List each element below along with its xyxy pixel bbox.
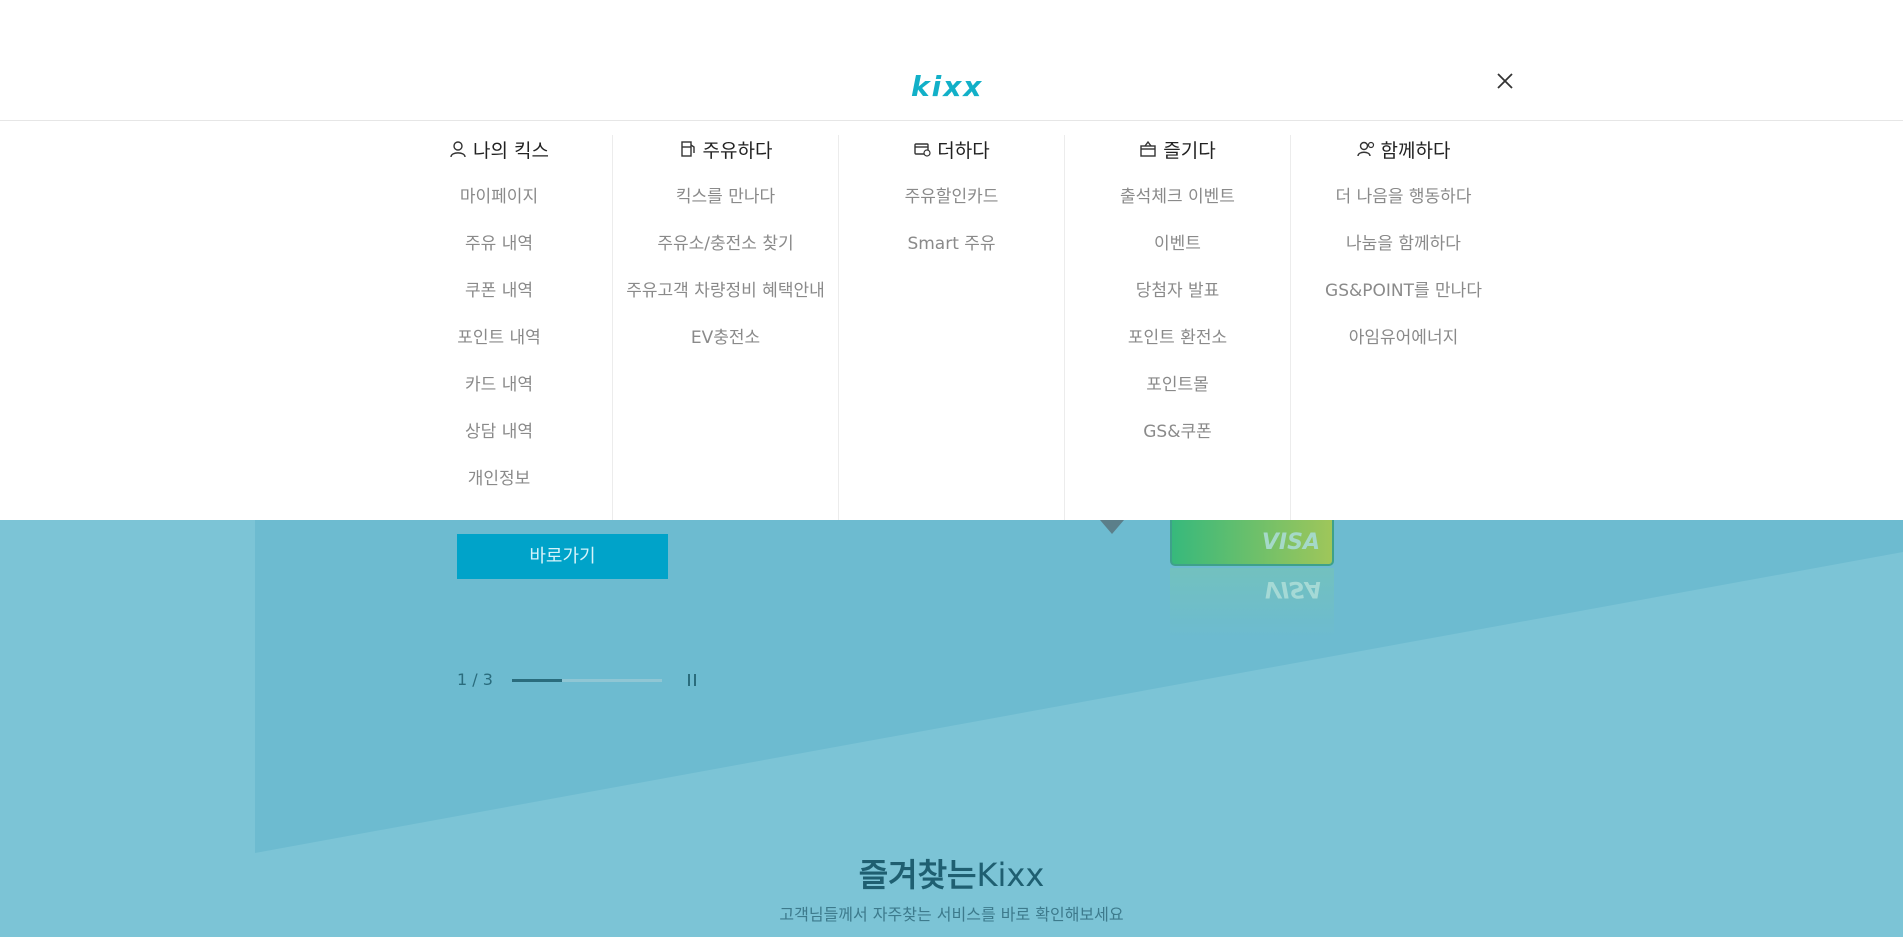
menu-item[interactable]: 쿠폰 내역 [386, 279, 612, 326]
menu-item[interactable]: 주유할인카드 [839, 185, 1064, 232]
payment-card-image: VISA [1170, 520, 1334, 566]
menu-item[interactable]: EV충전소 [613, 326, 838, 373]
hero-section: VISA VISA 바로가기 1 / 3 즐겨찾는Kixx 고객님들께서 자주찾… [0, 520, 1903, 937]
menu-item[interactable]: 포인트 내역 [386, 326, 612, 373]
favorites-title: 즐겨찾는Kixx [0, 850, 1903, 896]
kixx-logo[interactable]: kixx [911, 70, 983, 103]
menu-item[interactable]: 카드 내역 [386, 373, 612, 420]
menu-item[interactable]: 이벤트 [1065, 232, 1290, 279]
gift-box-icon [1140, 140, 1156, 157]
wallet-plus-icon [914, 143, 931, 157]
menu-column-add: 더하다 주유할인카드 Smart 주유 [838, 135, 1064, 520]
menu-column-refuel: 주유하다 킥스를 만나다 주유소/충전소 찾기 주유고객 차량정비 혜택안내 E… [612, 135, 838, 520]
site-header: kixx [0, 0, 1903, 121]
slide-progress-fill [512, 679, 562, 682]
menu-list-add: 주유할인카드 Smart 주유 [839, 185, 1064, 279]
slide-progress-bar [512, 679, 662, 682]
menu-title-add[interactable]: 더하다 [839, 135, 1064, 163]
menu-list-enjoy: 출석체크 이벤트 이벤트 당첨자 발표 포인트 환전소 포인트몰 GS&쿠폰 [1065, 185, 1290, 467]
menu-title-label: 즐기다 [1163, 139, 1216, 162]
menu-item[interactable]: 아임유어에너지 [1291, 326, 1516, 373]
map-pin-icon [1100, 520, 1124, 534]
menu-column-enjoy: 즐기다 출석체크 이벤트 이벤트 당첨자 발표 포인트 환전소 포인트몰 GS&… [1064, 135, 1290, 520]
menu-item[interactable]: 마이페이지 [386, 185, 612, 232]
gnb-menu-panel: 나의 킥스 마이페이지 주유 내역 쿠폰 내역 포인트 내역 카드 내역 상담 … [0, 121, 1903, 520]
menu-item[interactable]: Smart 주유 [839, 232, 1064, 279]
pause-icon[interactable] [686, 673, 698, 687]
menu-list-refuel: 킥스를 만나다 주유소/충전소 찾기 주유고객 차량정비 혜택안내 EV충전소 [613, 185, 838, 373]
menu-item[interactable]: 당첨자 발표 [1065, 279, 1290, 326]
favorites-title-bold: 즐겨찾는 [858, 856, 977, 894]
menu-title-refuel[interactable]: 주유하다 [613, 135, 838, 163]
fuel-pump-icon [680, 141, 695, 157]
menu-item[interactable]: 나눔을 함께하다 [1291, 232, 1516, 279]
menu-list-my-kixx: 마이페이지 주유 내역 쿠폰 내역 포인트 내역 카드 내역 상담 내역 개인정… [386, 185, 612, 514]
menu-item[interactable]: 상담 내역 [386, 420, 612, 467]
menu-list-together: 더 나음을 행동하다 나눔을 함께하다 GS&POINT를 만나다 아임유어에너… [1291, 185, 1516, 373]
menu-title-label: 주유하다 [702, 139, 773, 162]
menu-item[interactable]: 주유고객 차량정비 혜택안내 [613, 279, 838, 326]
slide-pager: 1 / 3 [457, 670, 493, 689]
menu-item[interactable]: 주유 내역 [386, 232, 612, 279]
menu-item[interactable]: GS&쿠폰 [1065, 420, 1290, 467]
user-icon [450, 141, 466, 158]
menu-title-together[interactable]: 함께하다 [1291, 135, 1516, 163]
menu-item[interactable]: 포인트 환전소 [1065, 326, 1290, 373]
people-icon [1356, 141, 1374, 157]
menu-item[interactable]: 출석체크 이벤트 [1065, 185, 1290, 232]
menu-item[interactable]: 개인정보 [386, 467, 612, 514]
menu-title-enjoy[interactable]: 즐기다 [1065, 135, 1290, 163]
menu-item[interactable]: 주유소/충전소 찾기 [613, 232, 838, 279]
card-reflection-label: VISA [1263, 576, 1322, 601]
favorites-subtitle: 고객님들께서 자주찾는 서비스를 바로 확인해보세요 [779, 905, 1124, 924]
card-reflection: VISA [1170, 568, 1334, 638]
menu-title-label: 더하다 [937, 139, 990, 162]
menu-item[interactable]: 포인트몰 [1065, 373, 1290, 420]
menu-item[interactable]: 킥스를 만나다 [613, 185, 838, 232]
menu-column-my-kixx: 나의 킥스 마이페이지 주유 내역 쿠폰 내역 포인트 내역 카드 내역 상담 … [386, 135, 612, 520]
menu-title-label: 나의 킥스 [473, 139, 549, 162]
card-brand-label: VISA [1261, 530, 1320, 555]
menu-item[interactable]: 더 나음을 행동하다 [1291, 185, 1516, 232]
go-button[interactable]: 바로가기 [457, 534, 668, 579]
menu-title-my-kixx[interactable]: 나의 킥스 [386, 135, 612, 163]
favorites-title-regular: Kixx [976, 856, 1045, 894]
menu-item[interactable]: GS&POINT를 만나다 [1291, 279, 1516, 326]
menu-title-label: 함께하다 [1380, 139, 1451, 162]
close-icon[interactable] [1494, 70, 1516, 92]
menu-column-together: 함께하다 더 나음을 행동하다 나눔을 함께하다 GS&POINT를 만나다 아… [1290, 135, 1516, 520]
